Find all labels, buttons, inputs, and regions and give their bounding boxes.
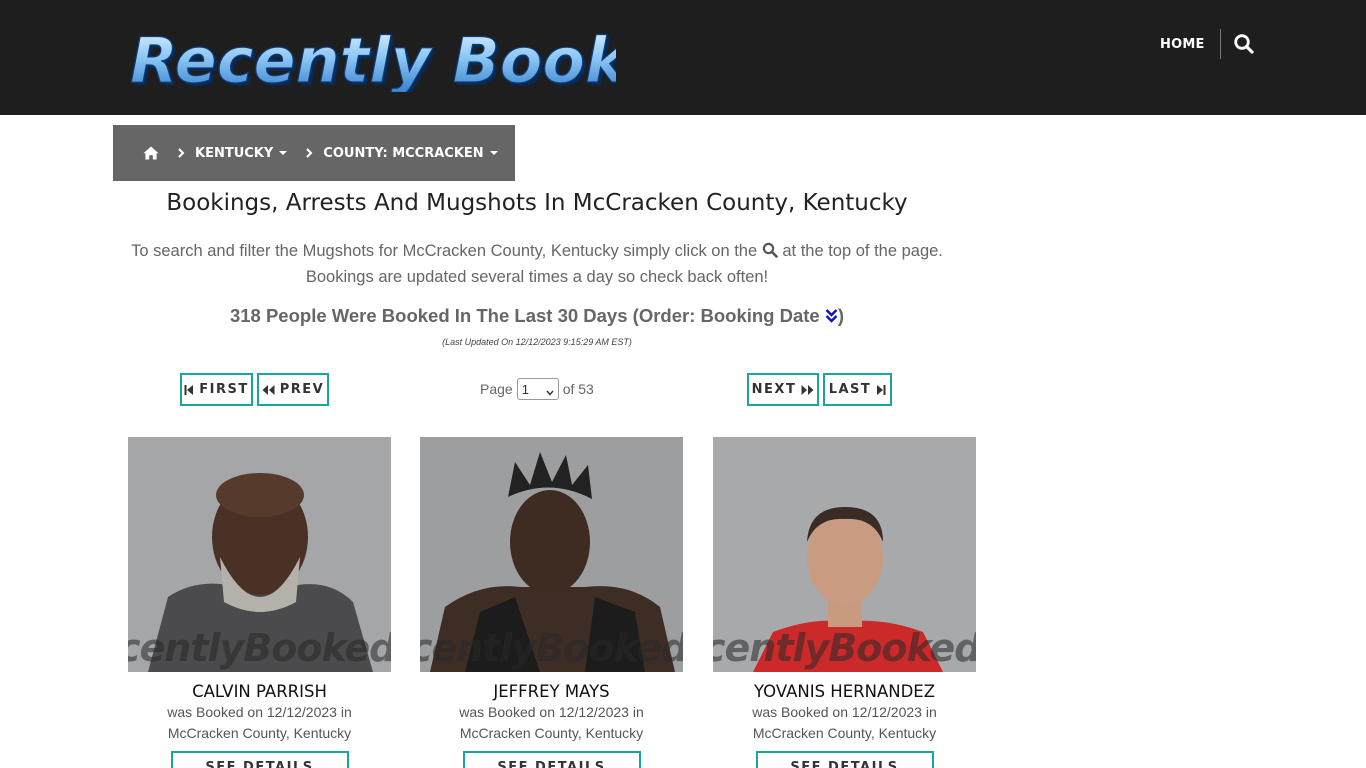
svg-text:Recently Booked: Recently Booked [130,24,616,92]
site-logo[interactable]: Recently Booked Recently Booked [126,18,616,92]
skip-last-icon [876,384,886,396]
inmate-name[interactable]: YOVANIS HERNANDEZ [713,682,976,701]
booking-count-close: ) [837,305,845,326]
last-page-label: LAST [828,382,872,397]
booking-count: 318 People Were Booked In The Last 30 Da… [113,305,961,327]
breadcrumb: KENTUCKY COUNTY: MCCRACKEN [113,125,515,181]
chevron-right-icon [305,148,313,158]
photo-watermark: centlyBooked.co [420,626,683,670]
intro-text-part2: at the top of the page. [782,242,943,260]
mugshot-photo[interactable]: centlyBooked.co [713,437,976,672]
forward-icon [801,384,814,396]
skip-first-icon [184,384,194,396]
page-select-dropdown[interactable]: 1 [516,378,559,400]
chevron-right-icon [177,148,185,158]
booking-card: centlyBooked.co CALVIN PARRISH was Booke… [128,437,391,768]
booking-card: centlyBooked.co JEFFREY MAYS was Booked … [420,437,683,768]
current-page-value: 1 [521,381,529,397]
booking-location: McCracken County, Kentucky [167,725,352,741]
photo-watermark: centlyBooked.co [128,626,391,670]
photo-watermark: centlyBooked.co [713,626,976,670]
booking-location: McCracken County, Kentucky [752,725,937,741]
inmate-name[interactable]: CALVIN PARRISH [128,682,391,701]
intro-text: To search and filter the Mugshots for Mc… [113,238,961,290]
booking-info: was Booked on 12/12/2023 in [459,704,644,720]
prev-page-button[interactable]: PREV [257,373,329,406]
nav-home-link[interactable]: HOME [1160,34,1205,56]
breadcrumb-state-label: KENTUCKY [195,145,274,161]
home-icon[interactable] [143,145,159,161]
first-page-label: FIRST [199,382,249,397]
breadcrumb-county-dropdown[interactable]: COUNTY: MCCRACKEN [323,145,498,161]
breadcrumb-county-label: COUNTY: MCCRACKEN [323,145,484,161]
prev-page-label: PREV [279,382,325,397]
nav-divider [1220,29,1221,59]
intro-text-line2: Bookings are updated several times a day… [305,268,769,286]
mugshot-photo[interactable]: centlyBooked.co [128,437,391,672]
booking-card: centlyBooked.co YOVANIS HERNANDEZ was Bo… [713,437,976,768]
see-details-button[interactable]: SEE DETAILS [462,751,641,768]
next-page-button[interactable]: NEXT [747,373,819,406]
booking-count-text: 318 People Were Booked In The Last 30 Da… [229,305,820,326]
last-page-button[interactable]: LAST [823,373,892,406]
last-updated: (Last Updated On 12/12/2023 9:15:29 AM E… [442,337,632,347]
caret-down-icon [489,151,498,155]
inmate-name[interactable]: JEFFREY MAYS [420,682,683,701]
search-icon [762,240,778,258]
double-chevron-down-icon[interactable] [825,307,838,323]
see-details-button[interactable]: SEE DETAILS [170,751,349,768]
breadcrumb-state-dropdown[interactable]: KENTUCKY [195,145,288,161]
mugshot-photo[interactable]: centlyBooked.co [420,437,683,672]
page-title: Bookings, Arrests And Mugshots In McCrac… [166,190,908,216]
booking-info: was Booked on 12/12/2023 in [167,704,352,720]
page-label: Page [480,381,513,397]
booking-info: was Booked on 12/12/2023 in [752,704,937,720]
top-header: Recently Booked Recently Booked HOME [0,0,1366,115]
caret-down-icon [279,151,288,155]
chevron-down-icon [546,385,554,396]
backward-icon [262,384,275,396]
intro-text-part1: To search and filter the Mugshots for Mc… [131,242,758,260]
see-details-button[interactable]: SEE DETAILS [755,751,934,768]
booking-location: McCracken County, Kentucky [459,725,644,741]
next-page-label: NEXT [751,382,797,397]
page-selector: Page 1 of 53 [480,377,594,401]
first-page-button[interactable]: FIRST [180,373,253,406]
page-total: of 53 [562,381,594,397]
search-icon[interactable] [1233,33,1255,55]
